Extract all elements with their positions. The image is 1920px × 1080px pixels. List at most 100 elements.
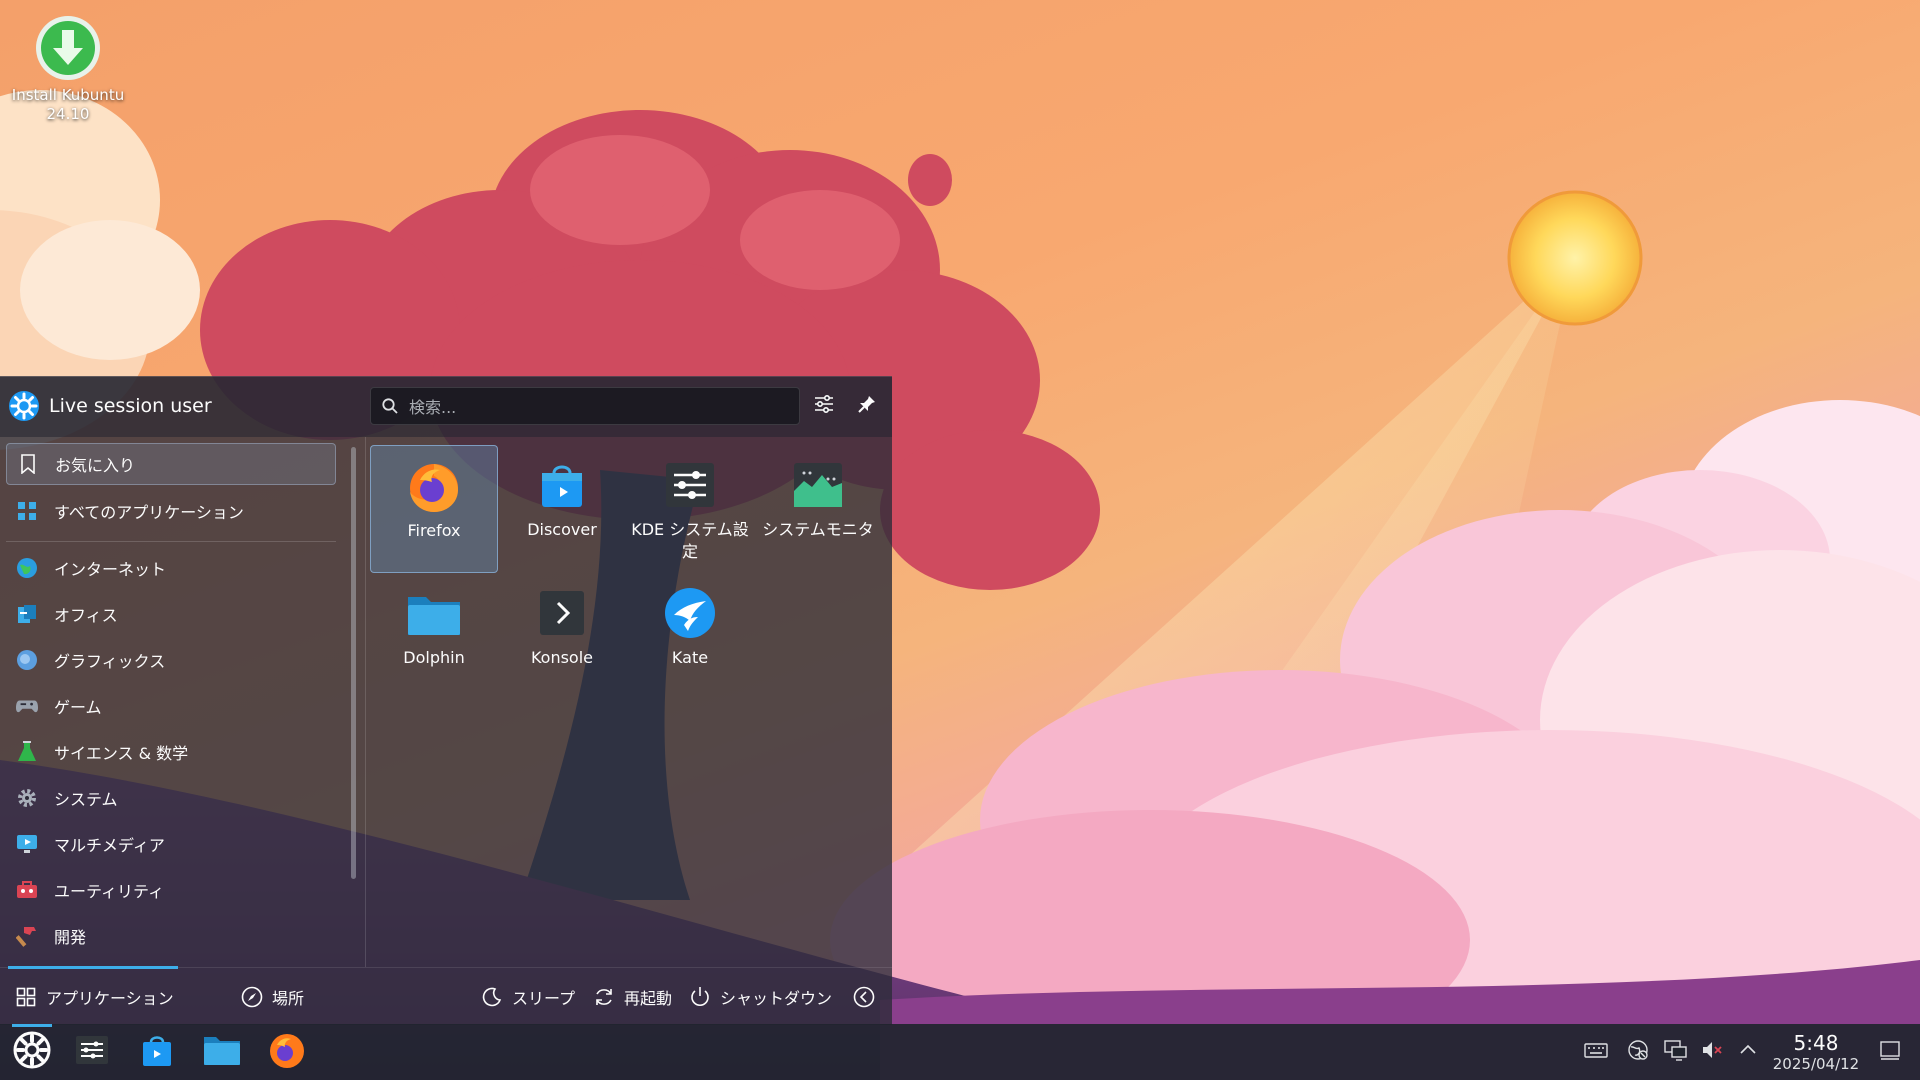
applications-grid-icon — [14, 985, 38, 1009]
app-label: Konsole — [530, 648, 594, 667]
app-label: Discover — [527, 520, 597, 539]
category-favorites[interactable]: お気に入り — [6, 443, 336, 485]
launcher-footer: アプリケーション 場所 スリープ 再起動 シャットダウン — [0, 966, 892, 1026]
show-hidden-icons-button[interactable] — [1734, 1038, 1762, 1066]
category-label: システム — [54, 790, 118, 809]
category-label: お気に入り — [55, 456, 136, 475]
configure-button[interactable] — [807, 389, 841, 423]
chevron-left-icon — [852, 985, 876, 1009]
clock-date: 2025/04/12 — [1772, 1055, 1860, 1073]
more-power-options-button[interactable] — [852, 982, 884, 1012]
restart-button[interactable]: 再起動 — [592, 982, 672, 1012]
terminal-icon — [534, 585, 590, 641]
app-dolphin[interactable]: Dolphin — [370, 573, 498, 701]
hammer-icon — [16, 925, 38, 947]
compass-icon — [240, 985, 264, 1009]
panel-separator — [365, 437, 366, 967]
category-science-math[interactable]: サイエンス & 数学 — [6, 731, 336, 773]
category-office[interactable]: オフィス — [6, 593, 336, 635]
search-field[interactable] — [370, 387, 800, 425]
active-launcher-indicator — [12, 1024, 52, 1027]
taskbar-system-settings[interactable] — [68, 1028, 116, 1076]
category-label: ユーティリティ — [54, 882, 165, 901]
app-label: Kate — [671, 648, 709, 667]
restart-icon — [592, 985, 616, 1009]
app-label: Dolphin — [403, 648, 465, 667]
show-desktop-button[interactable] — [1876, 1038, 1904, 1066]
install-kubuntu-label: Install Kubuntu 24.10 — [11, 86, 125, 123]
category-label: サイエンス & 数学 — [54, 744, 189, 763]
user-avatar[interactable] — [8, 390, 40, 426]
display-config-button[interactable] — [1662, 1038, 1690, 1066]
volume-muted-icon — [1700, 1038, 1724, 1066]
pin-icon — [857, 394, 877, 418]
digital-clock[interactable]: 5:48 2025/04/12 — [1766, 1032, 1866, 1074]
sleep-label: スリープ — [512, 989, 576, 1008]
clock-time: 5:48 — [1793, 1031, 1839, 1055]
category-label: グラフィックス — [54, 652, 166, 671]
category-development[interactable]: 開発 — [6, 915, 336, 957]
category-label: すべてのアプリケーション — [54, 503, 244, 522]
shutdown-button[interactable]: シャットダウン — [688, 982, 832, 1012]
show-desktop-icon — [1879, 1039, 1901, 1065]
tab-applications[interactable]: アプリケーション — [14, 982, 174, 1012]
taskbar-firefox[interactable] — [263, 1028, 311, 1076]
office-icon — [16, 603, 38, 625]
category-divider — [6, 541, 336, 542]
network-icon — [1626, 1038, 1650, 1066]
install-kubuntu-desktop-icon[interactable]: Install Kubuntu 24.10 — [4, 14, 132, 124]
category-label: マルチメディア — [54, 836, 165, 855]
discover-icon — [534, 457, 590, 513]
app-konsole[interactable]: Konsole — [498, 573, 626, 701]
search-icon — [381, 397, 399, 419]
category-multimedia[interactable]: マルチメディア — [6, 823, 336, 865]
taskbar-discover[interactable] — [133, 1028, 181, 1076]
app-system-settings[interactable]: KDE システム設定 — [626, 445, 754, 573]
category-label: 開発 — [54, 928, 87, 947]
folder-icon — [203, 1033, 241, 1071]
category-games[interactable]: ゲーム — [6, 685, 336, 727]
app-system-monitor[interactable]: システムモニタ — [754, 445, 882, 573]
tab-places[interactable]: 場所 — [240, 982, 304, 1012]
system-settings-icon — [662, 457, 718, 513]
download-icon — [34, 14, 102, 82]
bookmark-icon — [17, 453, 39, 475]
category-utilities[interactable]: ユーティリティ — [6, 869, 336, 911]
sleep-icon — [480, 985, 504, 1009]
app-firefox[interactable]: Firefox — [370, 445, 498, 573]
discover-icon — [139, 1032, 175, 1072]
system-settings-icon — [74, 1032, 110, 1072]
grid-icon — [16, 500, 38, 522]
favorites-grid: Firefox Discover KDE システム設定 システムモニタ Dolp… — [370, 445, 890, 965]
display-icon — [1664, 1038, 1688, 1066]
expand-arrow-icon — [1737, 1039, 1759, 1065]
tab-applications-label: アプリケーション — [46, 989, 174, 1008]
launcher-header: Live session user — [0, 377, 892, 437]
app-discover[interactable]: Discover — [498, 445, 626, 573]
volume-button[interactable] — [1698, 1038, 1726, 1066]
pin-button[interactable] — [850, 389, 884, 423]
category-internet[interactable]: インターネット — [6, 547, 336, 589]
power-icon — [688, 985, 712, 1009]
graphics-icon — [16, 649, 38, 671]
taskbar-dolphin[interactable] — [198, 1028, 246, 1076]
globe-icon — [16, 557, 38, 579]
application-launcher: Live session user お気に入り — [0, 376, 892, 1025]
shutdown-label: シャットダウン — [720, 989, 833, 1008]
kde-menu-button[interactable] — [8, 1028, 56, 1076]
category-system[interactable]: システム — [6, 777, 336, 819]
network-button[interactable] — [1624, 1038, 1652, 1066]
category-all-applications[interactable]: すべてのアプリケーション — [6, 490, 336, 532]
app-label: Firefox — [407, 521, 461, 540]
firefox-icon — [268, 1031, 306, 1073]
user-name: Live session user — [49, 395, 212, 417]
folder-icon — [406, 585, 462, 641]
category-graphics[interactable]: グラフィックス — [6, 639, 336, 681]
kate-icon — [662, 585, 718, 641]
keyboard-layout-button[interactable] — [1582, 1038, 1610, 1066]
category-scrollbar[interactable] — [351, 447, 356, 879]
app-kate[interactable]: Kate — [626, 573, 754, 701]
sleep-button[interactable]: スリープ — [480, 982, 575, 1012]
keyboard-icon — [1584, 1041, 1608, 1063]
search-input[interactable] — [407, 392, 791, 422]
